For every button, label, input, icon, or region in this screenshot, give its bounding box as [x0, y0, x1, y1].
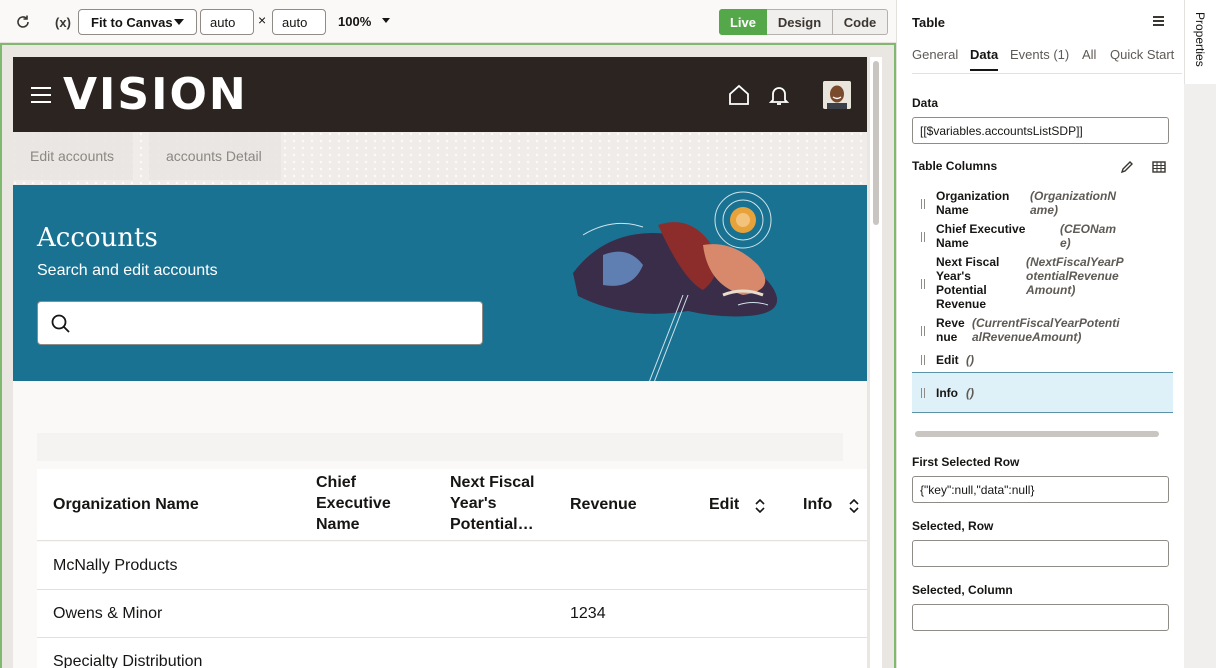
design-canvas: VISION Edit accounts accounts Detail Acc…	[0, 43, 896, 668]
zoom-select[interactable]: 100%	[338, 14, 371, 29]
avatar[interactable]	[823, 81, 851, 109]
drag-handle-icon[interactable]	[921, 326, 925, 336]
hamburger-menu-icon[interactable]	[31, 87, 51, 103]
first-selected-row-label: First Selected Row	[912, 455, 1020, 469]
dimension-separator: ×	[258, 12, 267, 28]
variables-icon[interactable]: (x)	[50, 9, 76, 35]
bell-icon[interactable]	[767, 83, 791, 107]
tab-events[interactable]: Events (1)	[1010, 47, 1069, 62]
design-mode-button[interactable]: Design	[767, 9, 833, 35]
page-tabbar: Edit accounts accounts Detail	[13, 132, 867, 185]
canvas-width-input[interactable]: auto	[200, 9, 254, 35]
properties-panel: Table General Data Events (1) All Quick …	[896, 0, 1184, 668]
tab-edit-accounts[interactable]: Edit accounts	[13, 132, 133, 180]
selected-row-label: Selected, Row	[912, 519, 994, 533]
drag-handle-icon[interactable]	[921, 199, 925, 209]
cell-revenue: 1234	[570, 605, 606, 622]
cell-organization-name: McNally Products	[53, 557, 178, 574]
column-header-edit[interactable]: Edit	[709, 494, 739, 515]
page-title: Accounts	[37, 223, 158, 253]
column-header-organization-name[interactable]: Organization Name	[53, 494, 199, 515]
vision-logo: VISION	[63, 69, 248, 120]
pencil-icon[interactable]	[1120, 160, 1134, 174]
column-item-revenue[interactable]: Revenue (CurrentFiscalYearPotentialReven…	[912, 315, 1173, 347]
column-header-revenue[interactable]: Revenue	[570, 494, 637, 515]
side-tab-strip: Properties	[1184, 0, 1216, 668]
table-row[interactable]: McNally Products	[37, 542, 867, 590]
page-subtitle: Search and edit accounts	[37, 262, 218, 279]
drag-handle-icon[interactable]	[921, 279, 925, 289]
sort-icon[interactable]	[849, 499, 859, 513]
chevron-down-icon	[174, 19, 184, 25]
data-field[interactable]: [[$variables.accountsListSDP]]	[912, 117, 1169, 144]
data-label: Data	[912, 96, 939, 110]
selected-column-field[interactable]	[912, 604, 1169, 631]
panel-tabs: General Data Events (1) All Quick Start	[912, 47, 1182, 74]
zoom-chevron-down-icon[interactable]	[382, 18, 390, 23]
column-header-info[interactable]: Info	[803, 494, 832, 515]
table-toolbar	[37, 433, 843, 461]
table-header: Organization Name Chief Executive Name N…	[37, 469, 867, 541]
column-item-next-fiscal-year[interactable]: Next Fiscal Year's Potential Revenue (Ne…	[912, 254, 1173, 314]
app-page: VISION Edit accounts accounts Detail Acc…	[13, 57, 867, 668]
menu-icon[interactable]	[1153, 16, 1164, 26]
tab-general[interactable]: General	[912, 47, 958, 62]
canvas-scrollbar[interactable]	[873, 61, 879, 225]
mode-switcher: Live Design Code	[719, 9, 888, 35]
fit-to-canvas-label: Fit to Canvas	[91, 14, 173, 30]
table-columns-label: Table Columns	[912, 159, 998, 173]
designer-toolbar: (x) Fit to Canvas auto × auto 100% Live …	[0, 0, 896, 43]
column-item-info[interactable]: Info ()	[912, 372, 1173, 413]
table-row[interactable]: Specialty Distribution	[37, 638, 867, 668]
column-header-next-fiscal-year[interactable]: Next Fiscal Year's Potential…	[450, 472, 548, 535]
column-item-chief-executive-name[interactable]: Chief Executive Name (CEOName)	[912, 221, 1173, 253]
sort-icon[interactable]	[755, 499, 765, 513]
table-row[interactable]: Owens & Minor 1234	[37, 590, 867, 638]
column-header-chief-executive-name[interactable]: Chief Executive Name	[316, 472, 406, 535]
column-item-edit[interactable]: Edit ()	[912, 351, 1173, 369]
cell-organization-name: Owens & Minor	[53, 605, 163, 622]
tab-data[interactable]: Data	[970, 47, 999, 71]
drag-handle-icon[interactable]	[921, 232, 925, 242]
properties-side-tab[interactable]: Properties	[1184, 0, 1216, 84]
tab-quick-start[interactable]: Quick Start	[1110, 47, 1174, 62]
panel-title: Table	[912, 15, 945, 30]
selected-column-label: Selected, Column	[912, 583, 1013, 597]
hero-banner: Accounts Search and edit accounts	[13, 185, 867, 397]
app-header: VISION	[13, 57, 867, 132]
live-mode-button[interactable]: Live	[719, 9, 767, 35]
accounts-content: Organization Name Chief Executive Name N…	[13, 381, 867, 668]
first-selected-row-field[interactable]: {"key":null,"data":null}	[912, 476, 1169, 503]
table-icon[interactable]	[1152, 160, 1166, 174]
code-mode-button[interactable]: Code	[833, 9, 888, 35]
tab-accounts-detail[interactable]: accounts Detail	[149, 132, 281, 180]
tab-all[interactable]: All	[1082, 47, 1096, 62]
properties-side-tab-label: Properties	[1193, 12, 1207, 67]
fit-to-canvas-dropdown[interactable]: Fit to Canvas	[78, 9, 197, 35]
canvas-height-input[interactable]: auto	[272, 9, 326, 35]
search-input[interactable]	[37, 301, 483, 345]
selected-row-field[interactable]	[912, 540, 1169, 567]
drag-handle-icon[interactable]	[921, 355, 925, 365]
search-icon	[51, 314, 70, 333]
cell-organization-name: Specialty Distribution	[53, 653, 203, 668]
column-item-organization-name[interactable]: Organization Name (OrganizationName)	[912, 188, 1173, 220]
refresh-icon[interactable]	[10, 9, 36, 35]
drag-handle-icon[interactable]	[921, 388, 925, 398]
columns-horizontal-scrollbar[interactable]	[915, 431, 1159, 437]
home-icon[interactable]	[727, 83, 751, 107]
